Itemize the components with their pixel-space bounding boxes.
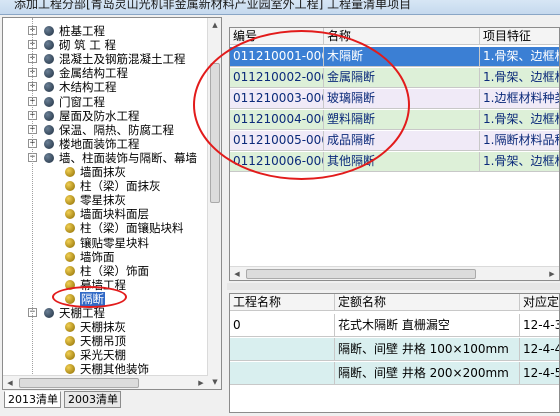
cell-feature: 1.骨架、边框材料 [480,152,559,172]
column-header-feature[interactable]: 项目特征 [480,28,559,45]
quota-grid[interactable]: 工程名称 定额名称 对应定 0 花式木隔断 直栅漏空 12-4-3 隔断、间壁 井格 … [229,293,560,413]
cell-feature: 1.骨架、边框材料 [480,47,559,67]
leaf-node-icon [65,167,75,177]
tree-item-label: 墙、柱面装饰与隔断、幕墙 [59,150,197,165]
leaf-node-icon [65,209,75,220]
tree-item-label: 柱（梁）饰面 [80,263,149,278]
branch-node-icon [44,54,54,65]
tree-item-label: 天棚抹灰 [80,320,126,335]
window-titlebar: 添加工程分部[青岛灵山光机非金属新材料产业园室外工程] 工程量清单项目 [0,0,560,15]
scroll-thumb[interactable] [19,378,139,388]
tree-item-label: 金属结构工程 [59,66,128,81]
tree-item-label: 天棚工程 [59,306,105,320]
branch-node-icon [44,124,54,135]
tree-item-label: 柱（梁）面抹灰 [80,179,161,194]
cell-quota: 隔断、间壁 井格 100×100mm [335,338,520,361]
tree-item-label: 门窗工程 [59,94,105,109]
scroll-up-arrow-icon[interactable]: ▲ [209,19,221,31]
leaf-node-icon [65,322,75,333]
column-header-project-name[interactable]: 工程名称 [230,294,335,311]
tree-item-label: 木结构工程 [59,80,117,95]
window-title: 添加工程分部[青岛灵山光机非金属新材料产业园室外工程] 工程量清单项目 [14,0,412,11]
leaf-node-icon [65,336,75,347]
leaf-node-icon [65,251,75,262]
tree-connector [32,18,33,378]
branch-node-icon [44,82,54,93]
scroll-right-arrow-icon[interactable]: ▶ [546,267,558,280]
tab-2003[interactable]: 2003清单 [64,391,121,408]
branch-node-icon [44,96,54,107]
tree-item-label: 墙面抹灰 [80,165,126,179]
category-tree[interactable]: + 桩基工程 + 砌 筑 工 程 + 混凝土及钢筋混凝土工程 + 金属结构工程 + 木结构工程 + 门… [2,17,222,390]
cell-project: 0 [230,314,335,337]
tree-item-label: 桩基工程 [59,24,105,38]
scroll-down-arrow-icon[interactable]: ▼ [209,376,221,388]
tree-item-label: 柱（梁）面镶贴块料 [80,221,184,236]
tree-item-label: 楼地面装饰工程 [59,136,140,151]
branch-node-icon [44,152,54,163]
branch-node-icon [44,40,54,51]
tree-item-label: 砌 筑 工 程 [59,38,116,53]
cell-code: 12-4-4 [520,338,559,361]
scroll-right-arrow-icon[interactable]: ▶ [195,376,207,389]
leaf-node-icon [65,237,75,248]
grid-header: 工程名称 定额名称 对应定 [230,294,559,311]
cell-quota: 隔断、间壁 井格 200×200mm [335,362,520,385]
pane-splitter[interactable] [227,283,560,290]
leaf-node-icon [65,265,75,276]
tab-2013[interactable]: 2013清单 [4,391,61,408]
cell-feature: 1.隔断材料品种、 [480,131,559,151]
tree-item-label: 零星抹灰 [80,193,126,208]
tree-item-label: 混凝土及钢筋混凝土工程 [59,52,186,67]
cell-code: 12-4-3 [520,314,559,337]
leaf-node-icon [65,223,75,234]
cell-code: 12-4-5 [520,362,559,385]
column-header-quota-name[interactable]: 定额名称 [335,294,520,311]
leaf-node-icon [65,195,75,206]
branch-node-icon [44,68,54,79]
leaf-node-icon [65,364,75,375]
cell-feature: 1.边框材料种类、 [480,89,559,109]
branch-node-icon [44,308,54,318]
tree-item-label: 屋面及防水工程 [59,108,140,123]
scroll-thumb[interactable] [246,269,476,279]
scroll-left-arrow-icon[interactable]: ◀ [231,267,243,280]
branch-node-icon [44,138,54,149]
tree-item-label: 采光天棚 [80,348,126,363]
annotation-ellipse-grid [193,30,410,180]
list-version-tabs: 2013清单 2003清单 [2,391,222,413]
tree-item-label: 镶贴零星块料 [80,235,149,250]
tree-item-label: 墙面块料面层 [80,207,149,222]
column-header-quota-code[interactable]: 对应定 [520,294,559,311]
tree-horizontal-scrollbar[interactable]: ◀ ▶ [3,375,208,389]
leaf-node-icon [65,350,75,361]
tree-item-label: 保温、隔热、防腐工程 [59,122,174,137]
tree-item-label: 墙饰面 [80,249,115,264]
annotation-ellipse-tree [52,286,127,308]
tree-item-label: 天棚吊顶 [80,334,126,349]
cell-project [230,338,335,361]
cell-quota: 花式木隔断 直栅漏空 [335,314,520,337]
branch-node-icon [44,26,54,36]
scroll-left-arrow-icon[interactable]: ◀ [4,376,16,389]
branch-node-icon [44,110,54,121]
grid-horizontal-scrollbar[interactable]: ◀ ▶ [230,266,559,280]
cell-project [230,362,335,385]
cell-feature: 1.骨架、边框材料 [480,110,559,130]
cell-feature: 1.骨架、边框材料 [480,68,559,88]
leaf-node-icon [65,181,75,192]
